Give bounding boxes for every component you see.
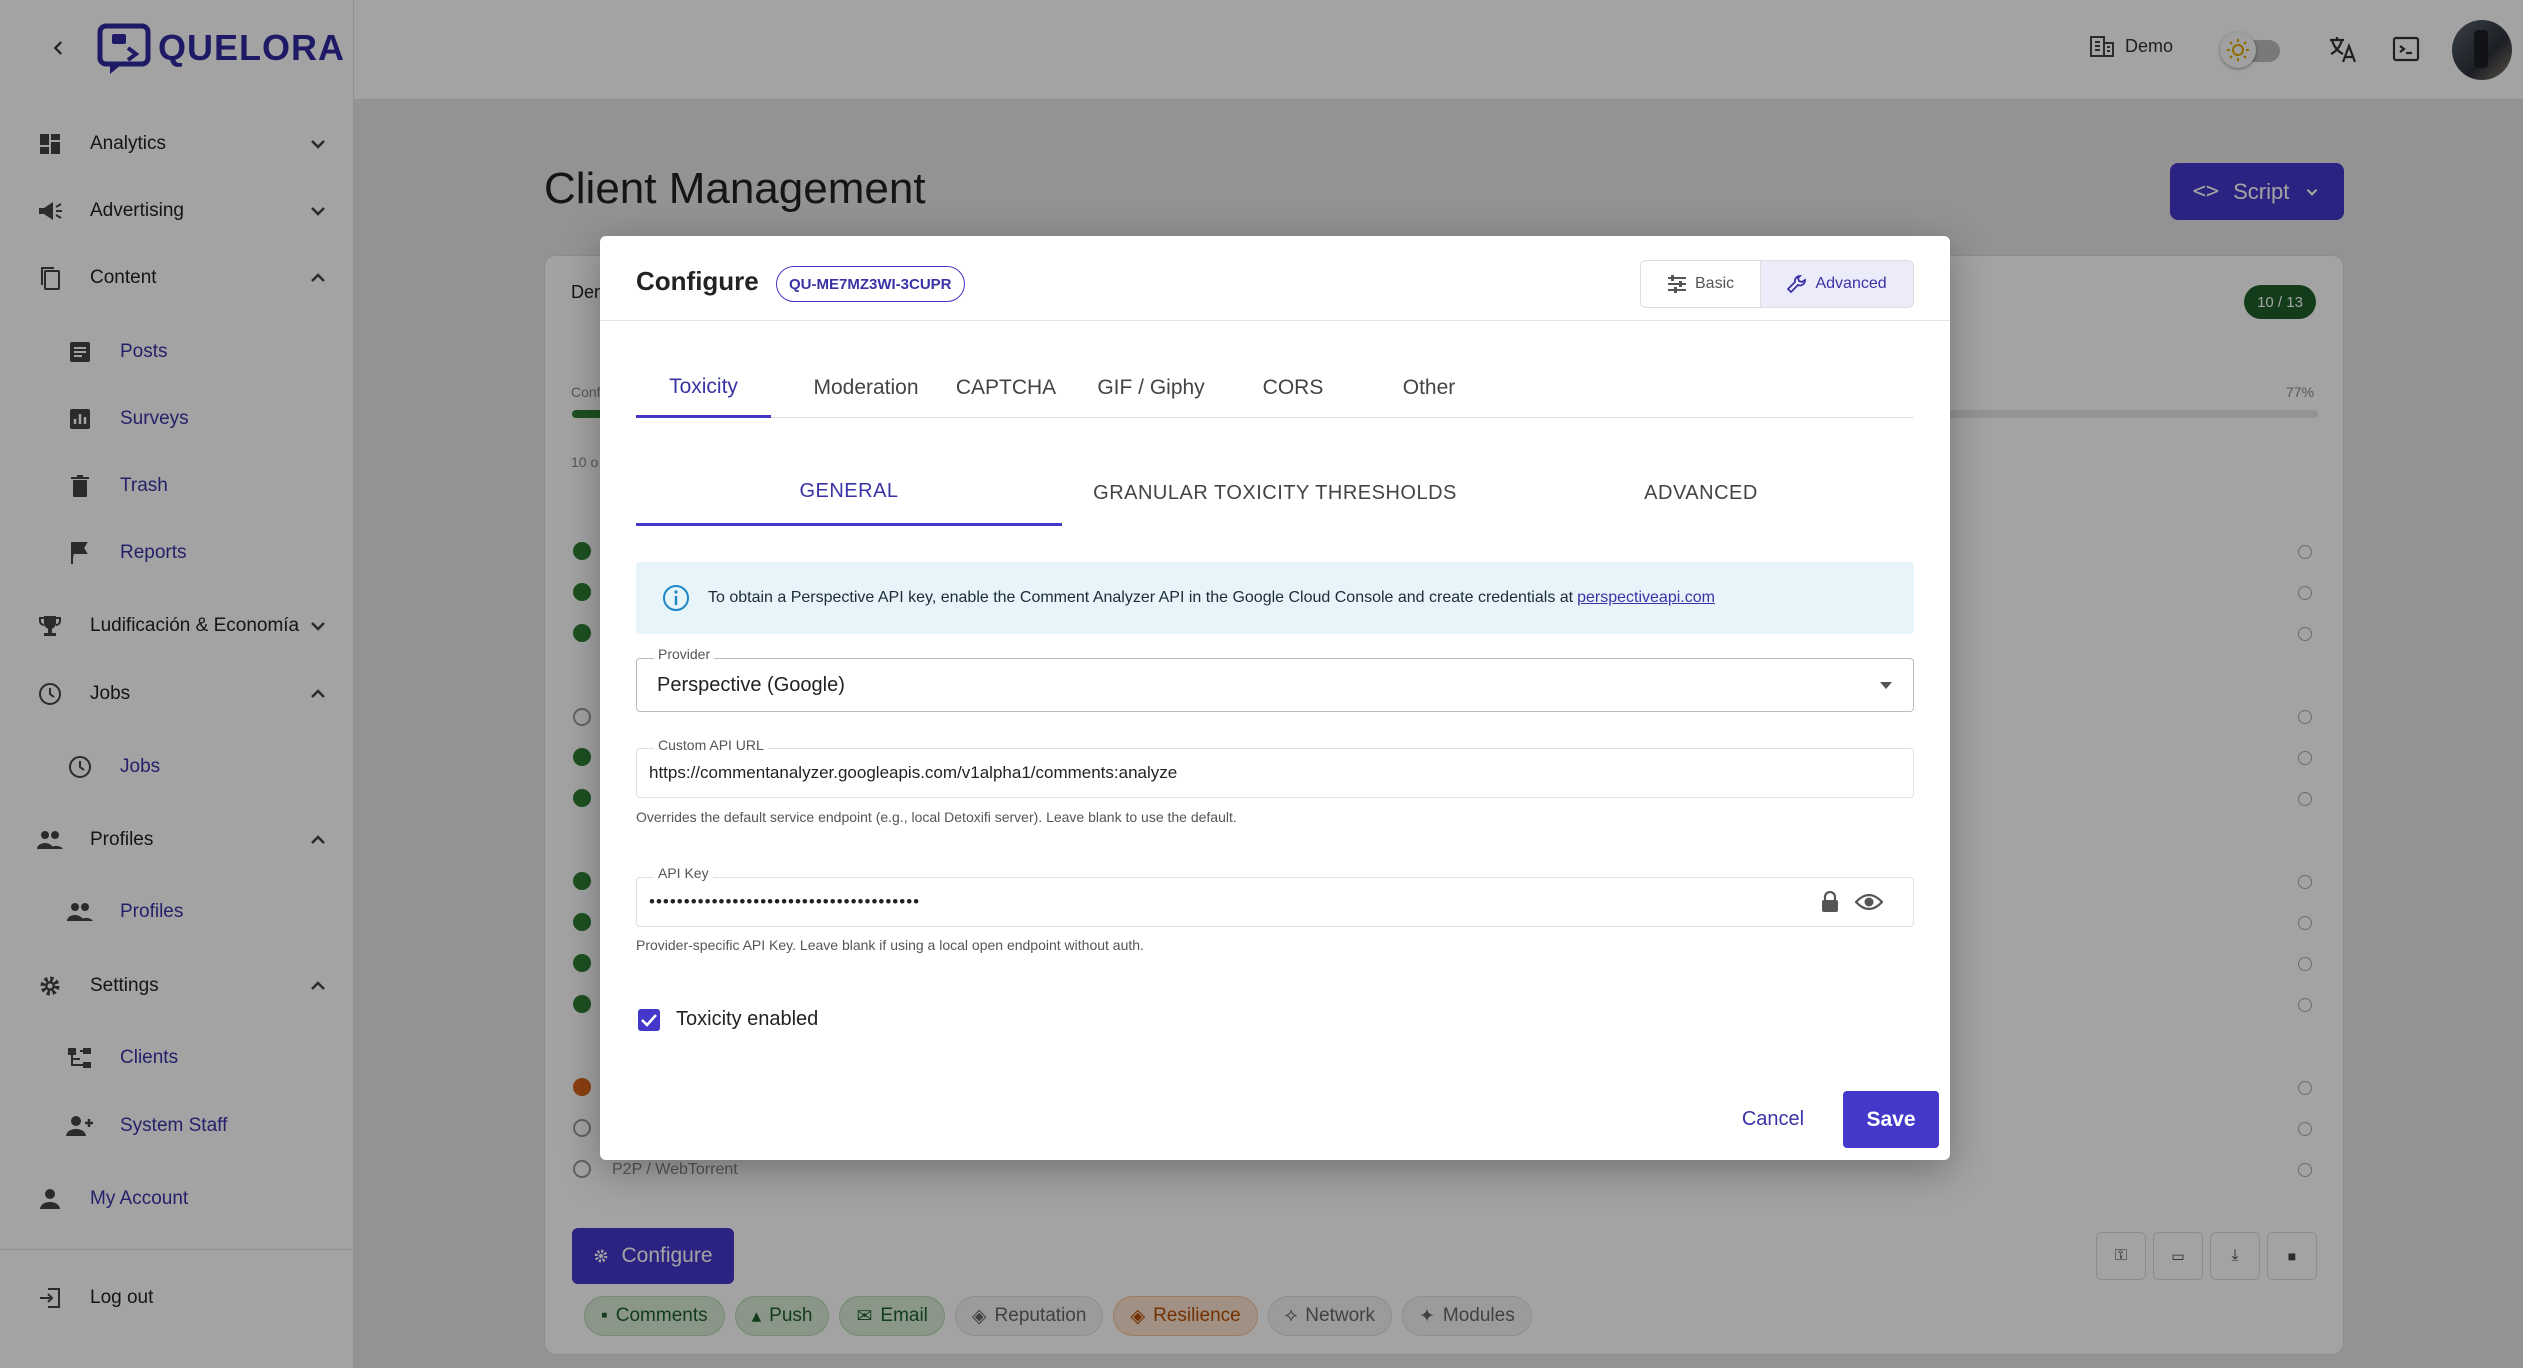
tune-icon [1668,275,1686,293]
client-id-badge: QU-ME7MZ3WI-3CUPR [776,266,965,302]
api-key-input[interactable]: ••••••••••••••••••••••••••••••••••••••• [636,877,1914,927]
api-key-helper: Provider-specific API Key. Leave blank i… [636,937,1144,953]
mode-basic-button[interactable]: Basic [1641,261,1760,307]
save-button[interactable]: Save [1843,1091,1939,1148]
toxicity-enabled-checkbox[interactable] [638,1009,660,1031]
wrench-icon [1787,275,1807,294]
toxicity-enabled-label[interactable]: Toxicity enabled [676,1008,818,1031]
api-key-label: API Key [654,865,713,881]
subtab-granular-thresholds[interactable]: GRANULAR TOXICITY THRESHOLDS [1062,460,1488,526]
mode-advanced-button[interactable]: Advanced [1760,261,1913,307]
provider-value: Perspective (Google) [657,673,845,696]
dropdown-arrow-icon [1880,682,1892,689]
configure-dialog: Configure QU-ME7MZ3WI-3CUPR Basic Advanc… [600,236,1950,1160]
mode-advanced-label: Advanced [1815,275,1887,292]
tab-other[interactable]: Other [1364,358,1494,418]
custom-api-url-value: https://commentanalyzer.googleapis.com/v… [649,763,1178,782]
lock-icon [1822,891,1838,912]
tab-toxicity[interactable]: Toxicity [636,358,771,418]
custom-api-url-input[interactable]: https://commentanalyzer.googleapis.com/v… [636,748,1914,798]
provider-label: Provider [654,646,715,662]
tab-cors[interactable]: CORS [1228,358,1358,418]
alert-text: To obtain a Perspective API key, enable … [708,589,1574,606]
dialog-divider [600,320,1950,321]
check-icon [641,1014,657,1027]
custom-api-url-helper: Overrides the default service endpoint (… [636,809,1237,825]
tab-moderation[interactable]: Moderation [781,358,951,418]
dialog-title: Configure [636,266,759,296]
provider-select[interactable]: Perspective (Google) [636,658,1914,712]
api-key-value: ••••••••••••••••••••••••••••••••••••••• [649,892,921,911]
mode-toggle: Basic Advanced [1640,260,1914,308]
tab-gif-giphy[interactable]: GIF / Giphy [1076,358,1226,418]
perspective-api-link[interactable]: perspectiveapi.com [1577,589,1715,607]
subtab-general[interactable]: GENERAL [636,460,1062,526]
mode-basic-label: Basic [1695,275,1735,292]
eye-icon[interactable] [1855,892,1883,912]
info-alert: To obtain a Perspective API key, enable … [636,562,1914,634]
config-tabs: Toxicity Moderation CAPTCHA GIF / Giphy … [636,358,1914,418]
custom-api-url-label: Custom API URL [654,737,768,753]
info-icon [663,585,689,611]
cancel-button[interactable]: Cancel [1718,1092,1828,1146]
tab-captcha[interactable]: CAPTCHA [941,358,1071,418]
toxicity-subtabs: GENERAL GRANULAR TOXICITY THRESHOLDS ADV… [636,460,1914,526]
subtab-advanced[interactable]: ADVANCED [1488,460,1914,526]
